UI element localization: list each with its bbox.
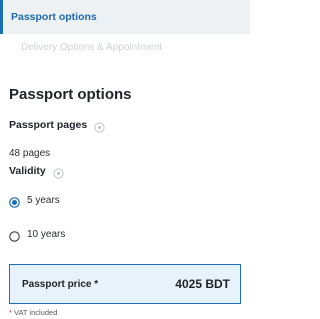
vat-note-text: VAT included — [14, 308, 58, 317]
passport-price-value: 4025 BDT — [175, 277, 230, 291]
passport-price-label: Passport price * — [22, 278, 99, 290]
validity-option-label: 5 years — [27, 195, 60, 206]
passport-pages-label-row: Passport pages — [9, 119, 105, 133]
help-icon[interactable] — [94, 120, 105, 133]
step-delivery-options-label: Delivery Options & Appointment — [21, 41, 163, 53]
passport-price-box: Passport price * 4025 BDT — [9, 264, 241, 304]
step-passport-options[interactable]: Passport options — [0, 0, 250, 34]
validity-label-row: Validity — [9, 165, 64, 179]
passport-pages-label: Passport pages — [9, 119, 88, 131]
help-icon[interactable] — [53, 166, 64, 179]
step-delivery-options[interactable]: Delivery Options & Appointment — [0, 34, 250, 60]
vat-note: * VAT included — [9, 308, 57, 317]
validity-option-5-years[interactable]: 5 years — [9, 195, 60, 208]
section-title: Passport options — [9, 86, 132, 103]
validity-option-label: 10 years — [27, 229, 66, 240]
radio-checked-icon[interactable] — [9, 195, 20, 208]
passport-pages-value: 48 pages — [9, 148, 51, 159]
radio-unchecked-icon[interactable] — [9, 229, 20, 242]
vat-note-star: * — [9, 308, 12, 317]
step-passport-options-label: Passport options — [11, 11, 97, 23]
validity-option-10-years[interactable]: 10 years — [9, 229, 66, 242]
validity-label: Validity — [9, 165, 46, 177]
